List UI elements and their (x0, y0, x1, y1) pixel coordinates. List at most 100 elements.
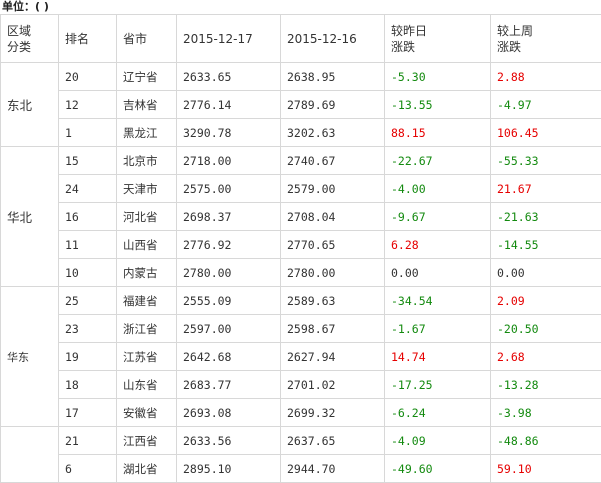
price-date1-cell: 2683.77 (177, 371, 281, 399)
table-row: 6湖北省2895.102944.70-49.6059.10 (1, 455, 601, 483)
rank-cell: 20 (59, 63, 117, 91)
price-date1-cell: 2776.14 (177, 91, 281, 119)
table-row: 11山西省2776.922770.656.28-14.55 (1, 231, 601, 259)
price-date2-cell: 2699.32 (281, 399, 385, 427)
rank-cell: 21 (59, 427, 117, 455)
day-change-cell: -49.60 (385, 455, 491, 483)
price-date2-cell: 2740.67 (281, 147, 385, 175)
province-cell: 河北省 (117, 203, 177, 231)
day-change-cell: -13.55 (385, 91, 491, 119)
table-row: 19江苏省2642.682627.9414.742.68 (1, 343, 601, 371)
week-change-cell: -4.97 (491, 91, 601, 119)
week-change-cell: 2.09 (491, 287, 601, 315)
province-cell: 内蒙古 (117, 259, 177, 287)
price-date2-cell: 2770.65 (281, 231, 385, 259)
rank-cell: 6 (59, 455, 117, 483)
day-change-cell: 88.15 (385, 119, 491, 147)
day-change-cell: -4.00 (385, 175, 491, 203)
price-date1-cell: 2718.00 (177, 147, 281, 175)
province-cell: 山东省 (117, 371, 177, 399)
table-row: 16河北省2698.372708.04-9.67-21.63 (1, 203, 601, 231)
price-date1-cell: 2698.37 (177, 203, 281, 231)
price-date2-cell: 2638.95 (281, 63, 385, 91)
header-week-change-line1: 较上周 (497, 23, 601, 39)
table-row: 华东25福建省2555.092589.63-34.542.09 (1, 287, 601, 315)
province-cell: 北京市 (117, 147, 177, 175)
price-date2-cell: 2637.65 (281, 427, 385, 455)
header-rank: 排名 (59, 15, 117, 63)
province-cell: 黑龙江 (117, 119, 177, 147)
price-date1-cell: 2575.00 (177, 175, 281, 203)
rank-cell: 1 (59, 119, 117, 147)
price-date1-cell: 2642.68 (177, 343, 281, 371)
province-cell: 安徽省 (117, 399, 177, 427)
day-change-cell: -5.30 (385, 63, 491, 91)
price-date1-cell: 2633.56 (177, 427, 281, 455)
province-cell: 吉林省 (117, 91, 177, 119)
table-row: 21江西省2633.562637.65-4.09-48.86 (1, 427, 601, 455)
week-change-cell: -13.28 (491, 371, 601, 399)
table-row: 23浙江省2597.002598.67-1.67-20.50 (1, 315, 601, 343)
day-change-cell: -22.67 (385, 147, 491, 175)
price-date2-cell: 2579.00 (281, 175, 385, 203)
day-change-cell: 6.28 (385, 231, 491, 259)
price-date1-cell: 2780.00 (177, 259, 281, 287)
province-cell: 湖北省 (117, 455, 177, 483)
header-day-change-line1: 较昨日 (391, 23, 490, 39)
week-change-cell: 0.00 (491, 259, 601, 287)
price-date2-cell: 2789.69 (281, 91, 385, 119)
week-change-cell: 2.68 (491, 343, 601, 371)
province-cell: 浙江省 (117, 315, 177, 343)
price-date2-cell: 2780.00 (281, 259, 385, 287)
week-change-cell: 106.45 (491, 119, 601, 147)
rank-cell: 12 (59, 91, 117, 119)
price-date1-cell: 2776.92 (177, 231, 281, 259)
header-region-line2: 分类 (7, 39, 58, 55)
price-date2-cell: 2627.94 (281, 343, 385, 371)
price-date2-cell: 2589.63 (281, 287, 385, 315)
table-body: 东北20辽宁省2633.652638.95-5.302.8812吉林省2776.… (1, 63, 601, 483)
day-change-cell: -4.09 (385, 427, 491, 455)
table-row: 华北15北京市2718.002740.67-22.67-55.33 (1, 147, 601, 175)
header-day-change-line2: 涨跌 (391, 39, 490, 55)
table-row: 17安徽省2693.082699.32-6.24-3.98 (1, 399, 601, 427)
table-row: 10内蒙古2780.002780.000.000.00 (1, 259, 601, 287)
header-province: 省市 (117, 15, 177, 63)
table-row: 1黑龙江3290.783202.6388.15106.45 (1, 119, 601, 147)
rank-cell: 10 (59, 259, 117, 287)
week-change-cell: -20.50 (491, 315, 601, 343)
unit-label: 单位：( ) (0, 0, 601, 14)
price-date1-cell: 2597.00 (177, 315, 281, 343)
week-change-cell: 59.10 (491, 455, 601, 483)
header-region-line1: 区域 (7, 23, 58, 39)
price-date2-cell: 2701.02 (281, 371, 385, 399)
header-day-change: 较昨日 涨跌 (385, 15, 491, 63)
price-date2-cell: 3202.63 (281, 119, 385, 147)
rank-cell: 16 (59, 203, 117, 231)
rank-cell: 15 (59, 147, 117, 175)
price-date2-cell: 2944.70 (281, 455, 385, 483)
week-change-cell: 2.88 (491, 63, 601, 91)
day-change-cell: 0.00 (385, 259, 491, 287)
province-cell: 山西省 (117, 231, 177, 259)
rank-cell: 24 (59, 175, 117, 203)
table-row: 东北20辽宁省2633.652638.95-5.302.88 (1, 63, 601, 91)
price-date1-cell: 2895.10 (177, 455, 281, 483)
region-cell: 华东 (1, 287, 59, 427)
region-cell: 华北 (1, 147, 59, 287)
table-header-row: 区域 分类 排名 省市 2015-12-17 2015-12-16 较昨日 涨跌… (1, 15, 601, 63)
province-cell: 江苏省 (117, 343, 177, 371)
header-region: 区域 分类 (1, 15, 59, 63)
week-change-cell: -14.55 (491, 231, 601, 259)
price-table: 区域 分类 排名 省市 2015-12-17 2015-12-16 较昨日 涨跌… (0, 14, 601, 483)
day-change-cell: -17.25 (385, 371, 491, 399)
table-row: 18山东省2683.772701.02-17.25-13.28 (1, 371, 601, 399)
week-change-cell: -48.86 (491, 427, 601, 455)
province-cell: 福建省 (117, 287, 177, 315)
week-change-cell: -21.63 (491, 203, 601, 231)
province-cell: 江西省 (117, 427, 177, 455)
week-change-cell: -55.33 (491, 147, 601, 175)
header-date1: 2015-12-17 (177, 15, 281, 63)
week-change-cell: 21.67 (491, 175, 601, 203)
day-change-cell: -1.67 (385, 315, 491, 343)
